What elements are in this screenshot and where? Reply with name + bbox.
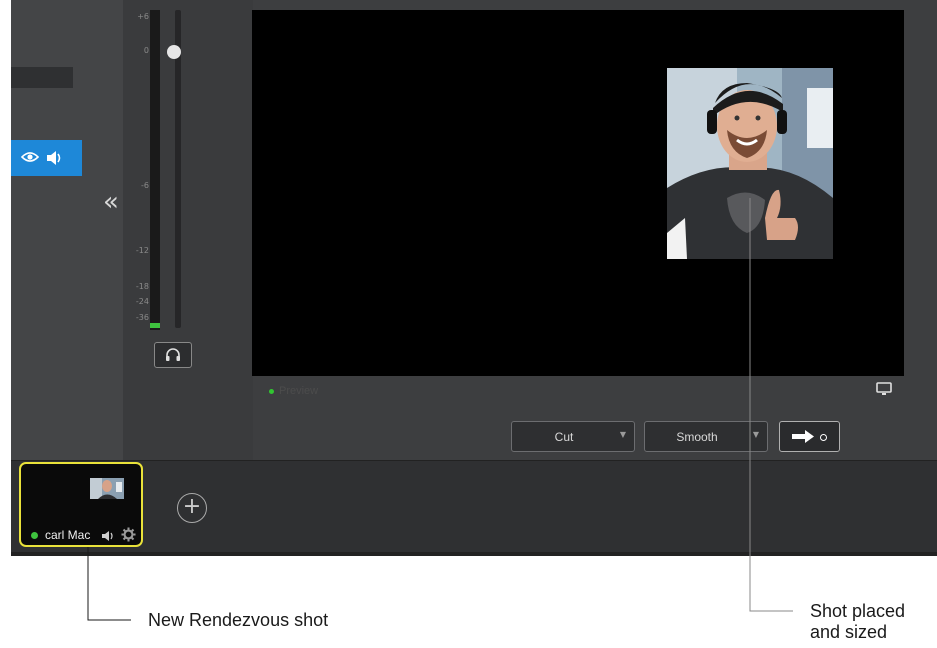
callout-shot-placed-line1: Shot placed (810, 601, 906, 621)
callout-lines (87, 198, 793, 621)
callout-new-shot: New Rendezvous shot (148, 610, 329, 630)
callout-shot-placed-line2: and sized (810, 622, 888, 642)
